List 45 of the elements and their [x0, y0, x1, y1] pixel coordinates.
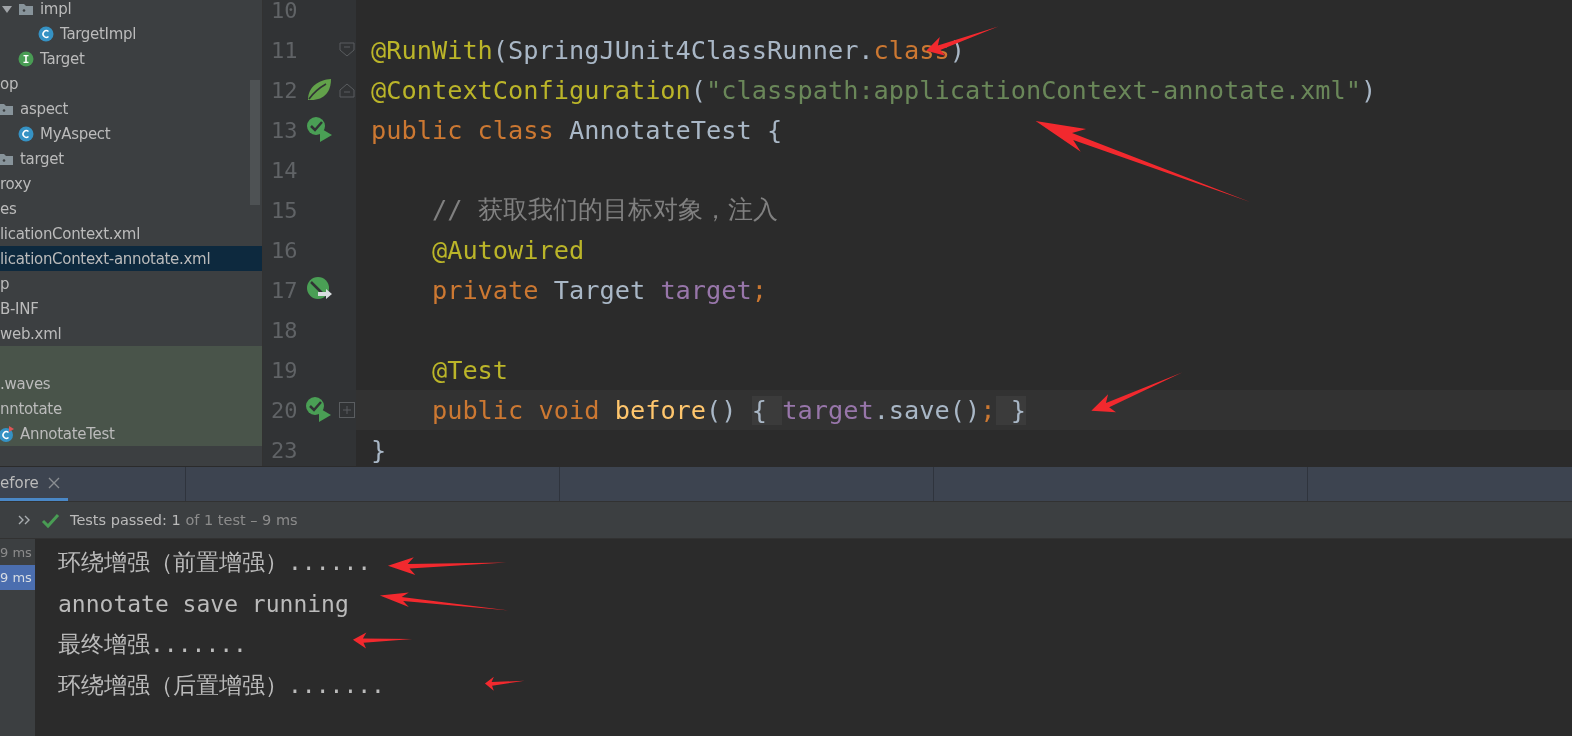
interface-icon [18, 50, 34, 67]
code-text: private Target target; [430, 275, 767, 305]
tree-item[interactable]: .waves [0, 371, 262, 396]
tree-item[interactable]: impl [0, 0, 262, 21]
test-status-text: Tests passed: 1 of 1 test – 9 ms [70, 512, 298, 528]
tree-item[interactable]: target [0, 146, 262, 171]
console-line: annotate save running [58, 590, 349, 617]
class-icon [38, 25, 54, 42]
tree-item[interactable]: es [0, 196, 262, 221]
console-line: 环绕增强（前置增强）...... [58, 548, 372, 577]
code-text: public void before() { target.save(); } [430, 395, 1026, 425]
tree-item[interactable]: licationContext.xml [0, 221, 262, 246]
test-duration[interactable]: 9 ms [0, 540, 35, 565]
code-text: @ContextConfiguration("classpath:applicationContext-annotate.xml") [371, 75, 1377, 105]
class-icon [18, 125, 34, 142]
tree-item[interactable]: nntotate [0, 396, 262, 421]
test-duration[interactable]: 9 ms [0, 565, 35, 590]
tree-item[interactable]: p [0, 271, 262, 296]
tree-item[interactable]: AnnotateTest [0, 421, 262, 446]
tree-item[interactable]: licationContext-annotate.xml [0, 246, 262, 271]
tree-item[interactable] [0, 346, 262, 371]
fold-marker-icon [338, 81, 356, 99]
code-text: @Autowired [430, 235, 585, 265]
code-text: } [371, 435, 387, 465]
tree-item[interactable]: TargetImpl [0, 21, 262, 46]
tree-item[interactable]: MyAspect [0, 121, 262, 146]
tree-item[interactable]: roxy [0, 171, 262, 196]
code-text: // 获取我们的目标对象，注入 [430, 194, 778, 226]
console-line: 最终增强....... [58, 630, 247, 659]
tree-item[interactable]: op [0, 71, 262, 96]
expand-chevrons-icon[interactable] [17, 513, 31, 527]
test-class-icon [0, 425, 14, 442]
run-test-icon [305, 396, 333, 424]
tree-item[interactable]: B-INF [0, 296, 262, 321]
tree-item[interactable]: aspect [0, 96, 262, 121]
code-text: @Test [430, 355, 509, 385]
run-test-icon [305, 116, 334, 144]
close-icon [46, 475, 61, 490]
tree-item[interactable]: Target [0, 46, 262, 71]
check-icon [41, 511, 60, 529]
code-text: public class AnnotateTest { [371, 115, 783, 145]
expand-fold-icon [338, 401, 356, 419]
console-line: 环绕增强（后置增强）....... [58, 671, 385, 700]
fold-marker-icon [338, 41, 356, 59]
tree-item[interactable]: web.xml [0, 321, 262, 346]
